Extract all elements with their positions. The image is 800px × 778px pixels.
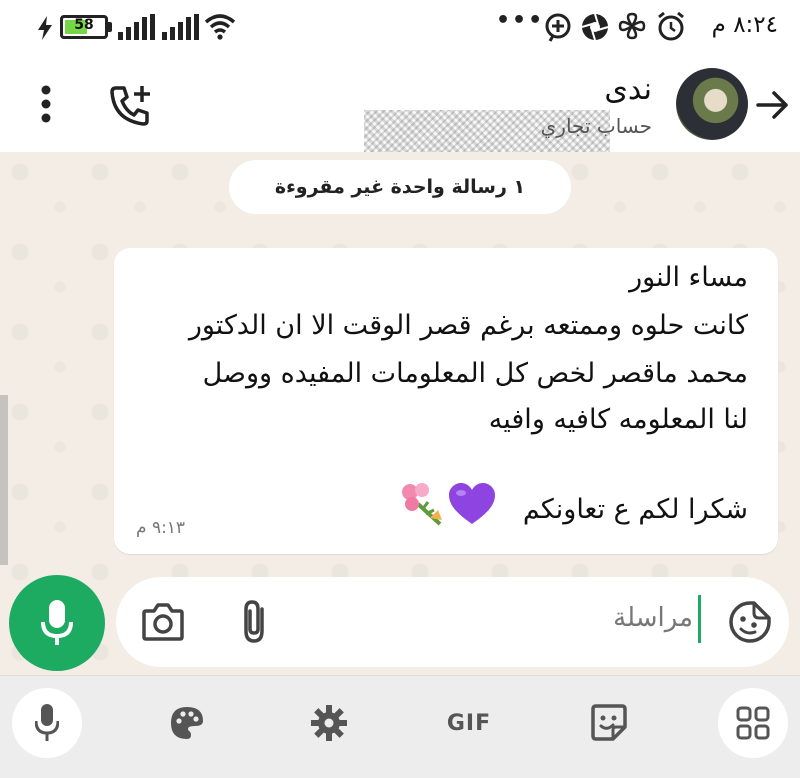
microphone-icon bbox=[41, 600, 73, 645]
scroll-indicator bbox=[0, 395, 8, 565]
microphone-icon bbox=[35, 704, 59, 741]
status-bar: 58 ••• ٨:٢٤ م bbox=[0, 0, 800, 56]
contact-name[interactable]: ندى bbox=[604, 72, 652, 107]
pinwheel-icon bbox=[618, 12, 646, 40]
sticker-button[interactable] bbox=[574, 688, 644, 758]
add-call-icon[interactable] bbox=[110, 84, 154, 126]
message-time: ٩:١٣ م bbox=[136, 518, 186, 538]
chat-header: ندى حساب تجاري bbox=[0, 56, 800, 162]
signal-icon-2 bbox=[162, 14, 199, 40]
message-line: شكرا لكم ع تعاونكم bbox=[522, 494, 748, 525]
theme-button[interactable] bbox=[152, 688, 222, 758]
sticker-emoji-icon[interactable] bbox=[729, 601, 771, 643]
camera-icon[interactable] bbox=[142, 603, 184, 641]
status-time: ٨:٢٤ م bbox=[711, 12, 778, 38]
message-line: مساء النور bbox=[629, 262, 748, 293]
gear-icon bbox=[311, 705, 347, 741]
signal-icon bbox=[118, 14, 155, 40]
message-line: محمد ماقصر لخص كل المعلومات المفيده ووصل bbox=[202, 358, 748, 389]
back-arrow-icon[interactable] bbox=[756, 88, 790, 122]
message-bubble[interactable]: مساء النور كانت حلوه وممتعه برغم قصر الو… bbox=[114, 248, 778, 554]
avatar[interactable] bbox=[676, 68, 748, 140]
apps-grid-button[interactable] bbox=[718, 688, 788, 758]
message-input-bar[interactable]: مراسلة bbox=[116, 577, 789, 667]
sticker-icon bbox=[591, 704, 627, 741]
wifi-icon bbox=[204, 14, 236, 40]
keyboard-toolbar: GIF bbox=[0, 675, 800, 778]
voice-input-button[interactable] bbox=[12, 688, 82, 758]
battery-level: 58 bbox=[74, 17, 94, 33]
message-line: كانت حلوه وممتعه برغم قصر الوقت الا ان ا… bbox=[188, 310, 748, 341]
gif-label: GIF bbox=[446, 710, 492, 736]
voice-record-button[interactable] bbox=[9, 575, 105, 671]
battery-indicator: 58 bbox=[60, 15, 108, 39]
message-line: لنا المعلومه كافيه وافيه bbox=[488, 404, 748, 435]
purple-heart-emoji bbox=[449, 483, 495, 524]
message-input[interactable]: مراسلة bbox=[613, 603, 693, 633]
unread-messages-banner: ١ رسالة واحدة غير مقروءة bbox=[229, 160, 571, 214]
gif-button[interactable]: GIF bbox=[434, 688, 504, 758]
text-cursor bbox=[698, 595, 701, 643]
palette-icon bbox=[171, 707, 203, 739]
alarm-icon bbox=[658, 11, 684, 41]
contact-subtitle: حساب تجاري bbox=[540, 114, 652, 138]
attachment-icon[interactable] bbox=[240, 599, 270, 645]
add-circle-icon bbox=[545, 13, 571, 42]
grid-icon bbox=[736, 706, 770, 740]
more-options-icon[interactable] bbox=[34, 84, 58, 124]
charging-bolt-icon bbox=[38, 16, 52, 40]
overflow-dots: ••• bbox=[496, 8, 545, 33]
settings-button[interactable] bbox=[294, 688, 364, 758]
bouquet-emoji bbox=[402, 483, 442, 526]
aperture-icon bbox=[581, 13, 609, 41]
